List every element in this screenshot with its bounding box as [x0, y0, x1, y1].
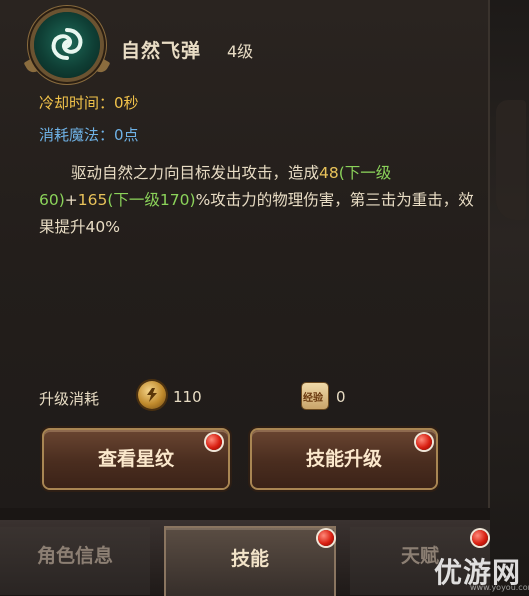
view-star-pattern-button[interactable]: 查看星纹 [44, 430, 228, 488]
skill-description: 驱动自然之力向目标发出攻击，造成48(下一级60)+165(下一级170)%攻击… [39, 160, 479, 241]
upgrade-button-notification-dot [416, 434, 432, 450]
exp-scroll-icon: 经验 [302, 383, 328, 409]
desc-next-2: (下一级170) [107, 191, 196, 209]
watermark-url: www.yoyou.com [470, 583, 529, 592]
background-scenery [490, 0, 529, 595]
mana-row: 消耗魔法：0点 [39, 124, 139, 145]
cooldown-value: 0秒 [114, 94, 139, 112]
exp-cost-value: 0 [336, 388, 346, 406]
tab-skill[interactable]: 技能 [166, 528, 334, 596]
star-button-notification-dot [206, 434, 222, 450]
cooldown-row: 冷却时间：0秒 [39, 92, 139, 113]
skill-upgrade-button[interactable]: 技能升级 [252, 430, 436, 488]
background-statue [496, 100, 526, 220]
gold-cost-value: 110 [173, 388, 202, 406]
cooldown-label: 冷却时间： [39, 94, 115, 112]
skill-tab-notification-dot [318, 530, 334, 546]
mana-value: 0点 [114, 126, 139, 144]
talent-tab-notification-dot [472, 530, 488, 546]
skill-name: 自然飞弹 [121, 40, 202, 62]
tab-role-info[interactable]: 角色信息 [0, 527, 150, 595]
upgrade-cost-label: 升级消耗 [39, 390, 100, 408]
exp-scroll-text: 经验 [303, 393, 323, 404]
mana-label: 消耗魔法： [39, 126, 115, 144]
desc-value-1: 48 [319, 164, 339, 182]
nature-swirl-icon [34, 12, 100, 78]
desc-value-2: 165 [77, 191, 108, 209]
gold-coin-icon [138, 381, 166, 409]
desc-text-1: 驱动自然之力向目标发出攻击，造成 [71, 164, 320, 182]
desc-text-2: + [64, 191, 78, 209]
skill-level: 4级 [227, 42, 254, 61]
